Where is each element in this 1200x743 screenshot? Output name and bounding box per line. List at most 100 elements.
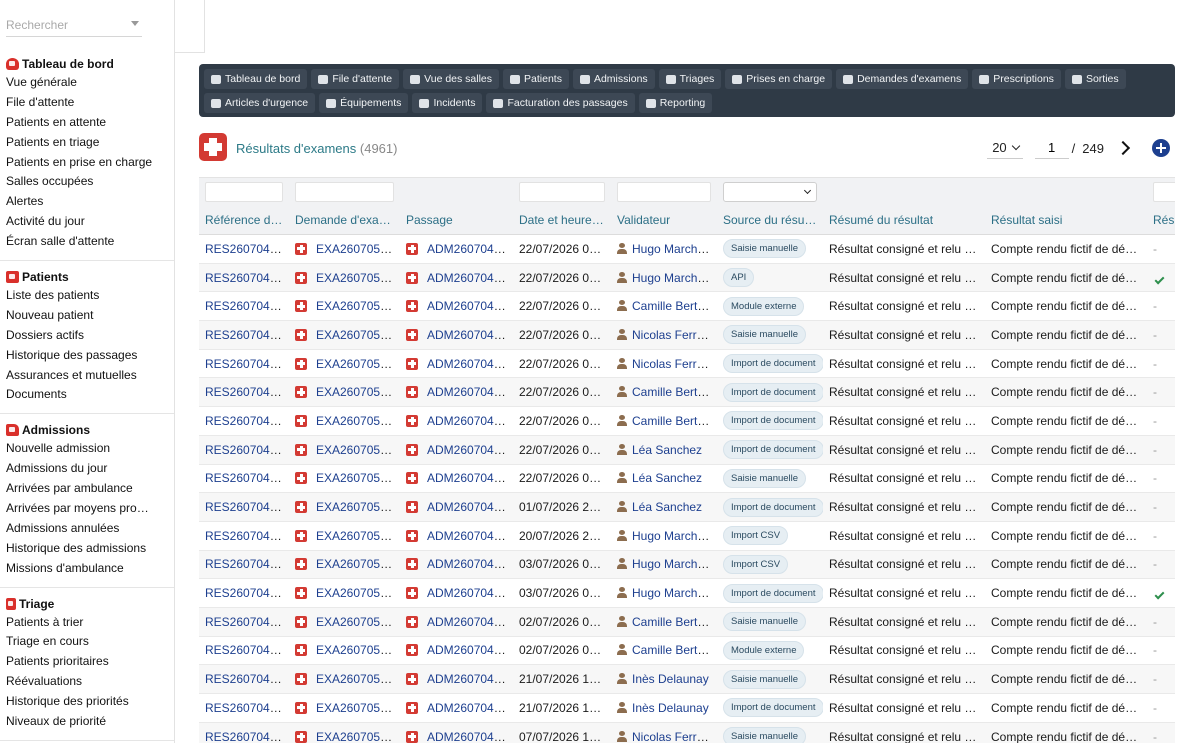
- filter-date-input[interactable]: [519, 182, 605, 203]
- column-header[interactable]: Passage: [400, 206, 513, 235]
- passage-link[interactable]: ADM260704273: [427, 471, 513, 485]
- validator-link[interactable]: Inès Delaunay: [632, 672, 709, 686]
- reference-link[interactable]: RES260704954: [205, 443, 289, 457]
- passage-link[interactable]: ADM260704277: [427, 357, 513, 371]
- validator-link[interactable]: Camille Berthier: [632, 299, 717, 313]
- sidebar-item[interactable]: Patients en attente: [0, 113, 170, 133]
- nav-button[interactable]: File d'attente: [311, 69, 400, 89]
- exam-link[interactable]: EXA260705688: [316, 242, 400, 256]
- sidebar-item[interactable]: Écran salle d'attente: [0, 232, 170, 252]
- validator-link[interactable]: Hugo Marchand: [632, 586, 717, 600]
- reference-link[interactable]: RES260704951: [205, 529, 289, 543]
- table-row[interactable]: RES260704951 EXA260705668 ADM260704270 20/0…: [199, 521, 1175, 551]
- table-row[interactable]: RES260704957 EXA260705677 ADM260704277 22/0…: [199, 349, 1175, 379]
- per-page-select[interactable]: 20: [986, 137, 1023, 159]
- validator-link[interactable]: Hugo Marchand: [632, 271, 717, 285]
- reference-link[interactable]: RES260704944: [205, 730, 289, 743]
- passage-link[interactable]: ADM260704276: [427, 385, 513, 399]
- reference-link[interactable]: RES260704950: [205, 557, 289, 571]
- column-header[interactable]: Référence du…: [199, 206, 289, 235]
- sidebar-item[interactable]: Nouveau patient: [0, 306, 170, 326]
- sidebar-item[interactable]: Documents: [0, 385, 170, 405]
- column-header[interactable]: Date et heure …: [513, 206, 611, 235]
- validator-link[interactable]: Hugo Marchand: [632, 557, 717, 571]
- sidebar-item[interactable]: Triage en cours: [0, 632, 170, 652]
- filter-validator-input[interactable]: [617, 182, 711, 203]
- exam-link[interactable]: EXA260705667: [316, 557, 400, 571]
- sidebar-item[interactable]: Vue générale: [0, 73, 170, 93]
- nav-button[interactable]: Prescriptions: [972, 69, 1061, 89]
- nav-button[interactable]: Vue des salles: [403, 69, 500, 89]
- reference-link[interactable]: RES260704957: [205, 357, 289, 371]
- filter-exam-input[interactable]: [295, 182, 394, 203]
- validator-link[interactable]: Hugo Marchand: [632, 529, 717, 543]
- passage-link[interactable]: ADM260704288: [427, 242, 513, 256]
- column-header[interactable]: Demande d'examen: [289, 206, 400, 235]
- sidebar-item[interactable]: Historique des admissions: [0, 539, 170, 559]
- nav-button[interactable]: Demandes d'examens: [836, 69, 969, 89]
- reference-link[interactable]: RES260704960: [205, 271, 289, 285]
- sidebar-item[interactable]: Liste des patients: [0, 286, 170, 306]
- reference-link[interactable]: RES260704959: [205, 299, 289, 313]
- sidebar-section-title[interactable]: Patients: [0, 268, 174, 286]
- validator-link[interactable]: Nicolas Ferrand: [632, 328, 717, 342]
- nav-button[interactable]: Articles d'urgence: [204, 93, 316, 113]
- table-row[interactable]: RES260704959 EXA260705679 ADM260704278 22/0…: [199, 291, 1175, 322]
- sidebar-item[interactable]: Réévaluations: [0, 672, 170, 692]
- passage-link[interactable]: ADM260704269: [427, 586, 513, 600]
- sidebar-item[interactable]: Arrivées par ambulance: [0, 479, 170, 499]
- passage-link[interactable]: ADM260704278: [427, 299, 513, 313]
- passage-link[interactable]: ADM260704270: [427, 529, 513, 543]
- nav-button[interactable]: Sorties: [1064, 69, 1126, 89]
- validator-link[interactable]: Nicolas Ferrand: [632, 357, 717, 371]
- sidebar-item[interactable]: Alertes: [0, 192, 170, 212]
- chevron-down-icon[interactable]: [131, 21, 139, 26]
- sidebar-item[interactable]: Salles occupées: [0, 172, 170, 192]
- sidebar-item[interactable]: Historique des priorités: [0, 692, 170, 712]
- table-row[interactable]: RES260704947 EXA260705664 ADM260704266 02/0…: [199, 636, 1175, 666]
- table-row[interactable]: RES260704946 EXA260705663 ADM260704261 21/0…: [199, 664, 1175, 694]
- sidebar-item[interactable]: Historique des passages: [0, 346, 170, 366]
- table-row[interactable]: RES260704955 EXA260705674 ADM260704276 22/0…: [199, 406, 1175, 436]
- validator-link[interactable]: Léa Sanchez: [632, 443, 702, 457]
- exam-link[interactable]: EXA260705671: [316, 471, 400, 485]
- sidebar-item[interactable]: Patients prioritaires: [0, 652, 170, 672]
- sidebar-item[interactable]: Patients en triage: [0, 133, 170, 153]
- column-header[interactable]: Validateur: [611, 206, 717, 235]
- sidebar-section-title[interactable]: Tableau de bord: [0, 55, 174, 73]
- exam-link[interactable]: EXA260705662: [316, 701, 400, 715]
- exam-link[interactable]: EXA260705678: [316, 328, 400, 342]
- table-row[interactable]: RES260704960 EXA260705687 ADM260704288 22/0…: [199, 263, 1175, 293]
- filter-reference-input[interactable]: [205, 182, 283, 203]
- sidebar-section-title[interactable]: Admissions: [0, 421, 174, 439]
- validator-link[interactable]: Camille Berthier: [632, 385, 717, 399]
- nav-button[interactable]: Équipements: [319, 93, 409, 113]
- table-row[interactable]: RES260704950 EXA260705667 ADM260704269 03/0…: [199, 550, 1175, 580]
- exam-link[interactable]: EXA260705664: [316, 643, 400, 657]
- passage-link[interactable]: ADM260704260: [427, 730, 513, 743]
- reference-link[interactable]: RES260704955: [205, 414, 289, 428]
- nav-button[interactable]: Incidents: [412, 93, 483, 113]
- sidebar-item[interactable]: Missions d'ambulance: [0, 559, 170, 579]
- column-header[interactable]: Résu…: [1147, 206, 1175, 235]
- reference-link[interactable]: RES260704949: [205, 586, 289, 600]
- sidebar-item[interactable]: Dossiers actifs: [0, 326, 170, 346]
- exam-link[interactable]: EXA260705666: [316, 586, 400, 600]
- passage-link[interactable]: ADM260704288: [427, 271, 513, 285]
- exam-link[interactable]: EXA260705687: [316, 271, 400, 285]
- passage-link[interactable]: ADM260704277: [427, 328, 513, 342]
- passage-link[interactable]: ADM260704271: [427, 500, 513, 514]
- validator-link[interactable]: Camille Berthier: [632, 414, 717, 428]
- passage-link[interactable]: ADM260704276: [427, 414, 513, 428]
- sidebar-item[interactable]: File d'attente: [0, 93, 170, 113]
- sidebar-search[interactable]: [6, 15, 142, 37]
- nav-button[interactable]: Patients: [503, 69, 569, 89]
- exam-link[interactable]: EXA260705665: [316, 615, 400, 629]
- sidebar-item[interactable]: Niveaux de priorité: [0, 712, 170, 732]
- column-header[interactable]: Résumé du résultat: [823, 206, 985, 235]
- validator-link[interactable]: Inès Delaunay: [632, 701, 709, 715]
- filter-reviewed-input[interactable]: [1153, 182, 1175, 203]
- passage-link[interactable]: ADM260704274: [427, 443, 513, 457]
- validator-link[interactable]: Nicolas Ferrand: [632, 730, 717, 743]
- exam-link[interactable]: EXA260705677: [316, 357, 400, 371]
